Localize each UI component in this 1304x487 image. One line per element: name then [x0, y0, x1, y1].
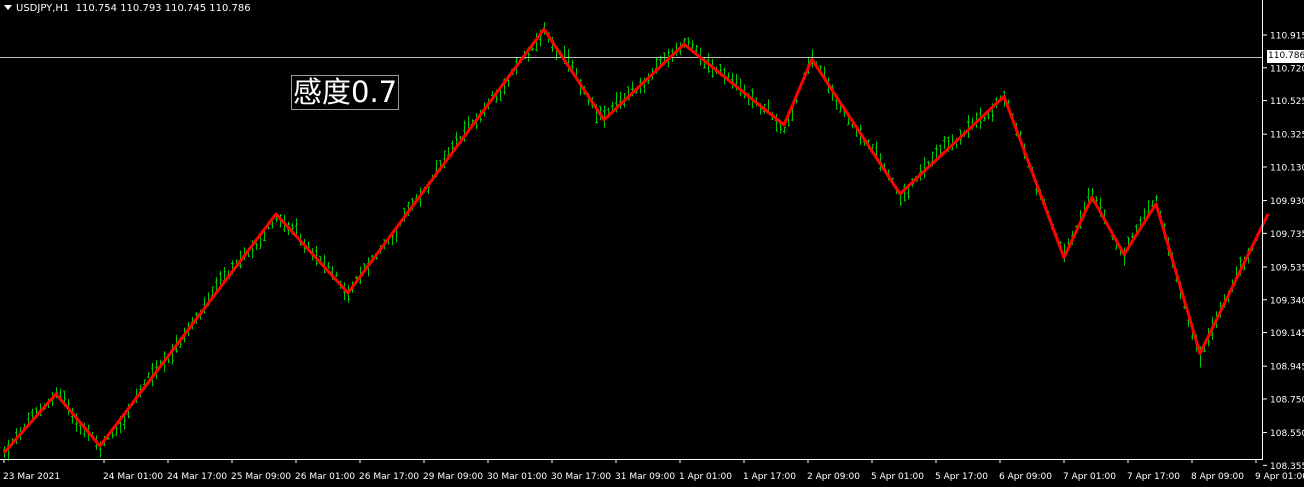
y-tick-label: 110.525: [1270, 97, 1304, 107]
x-tick-label: 30 Mar 17:00: [551, 472, 611, 482]
y-tick-label: 110.130: [1270, 163, 1304, 173]
x-tick-label: 23 Mar 2021: [3, 472, 60, 482]
ohlc-bar: [695, 45, 698, 53]
ohlc-bar: [967, 114, 970, 138]
x-tick-label: 5 Apr 01:00: [871, 472, 924, 482]
ohlc-values: 110.754 110.793 110.745 110.786: [75, 3, 251, 14]
x-tick-label: 25 Mar 09:00: [231, 472, 291, 482]
x-tick-label: 5 Apr 17:00: [935, 472, 988, 482]
x-tick-label: 7 Apr 01:00: [1063, 472, 1116, 482]
symbol-name: USDJPY,H1: [16, 3, 70, 14]
x-tick-label: 24 Mar 17:00: [167, 472, 227, 482]
ohlc-bar: [1155, 194, 1158, 202]
x-tick-label: 26 Mar 17:00: [359, 472, 419, 482]
x-tick-label: 7 Apr 17:00: [1127, 472, 1180, 482]
x-tick-label: 29 Mar 09:00: [423, 472, 483, 482]
x-tick-label: 30 Mar 01:00: [487, 472, 547, 482]
y-tick-label: 108.550: [1270, 429, 1304, 439]
y-tick-label: 108.355: [1270, 462, 1304, 472]
y-tick-label: 108.945: [1270, 363, 1304, 373]
x-tick-label: 6 Apr 09:00: [999, 472, 1052, 482]
y-tick-label: 109.735: [1270, 230, 1304, 240]
y-tick-label: 109.535: [1270, 263, 1304, 273]
x-tick-label: 31 Mar 09:00: [615, 472, 675, 482]
ohlc-bar: [327, 262, 330, 269]
symbol-header: USDJPY,H1 110.754 110.793 110.745 110.78…: [4, 3, 251, 14]
ohlc-bar: [943, 135, 946, 149]
y-tick-label: 110.720: [1270, 64, 1304, 74]
ohlc-bar: [783, 126, 786, 134]
ohlc-bar: [923, 157, 926, 179]
dropdown-triangle-icon[interactable]: [4, 5, 12, 10]
price-axis: 110.915 110.720 110.525 110.325 110.130 109.9…: [1263, 32, 1304, 472]
y-tick-label: 110.915: [1270, 32, 1304, 42]
price-chart[interactable]: 110.915 110.720 110.525 110.325 110.130 109.9…: [0, 0, 1304, 487]
x-tick-label: 8 Apr 09:00: [1191, 472, 1244, 482]
y-tick-label: 109.340: [1270, 296, 1304, 306]
sensitivity-label[interactable]: 感度0.7: [291, 75, 400, 110]
y-tick-label: 109.145: [1270, 329, 1304, 339]
current-price-tag: 110.786: [1267, 50, 1304, 63]
time-axis: 23 Mar 2021 24 Mar 01:00 24 Mar 17:00 25 Ma…: [3, 459, 1304, 482]
y-tick-label: 110.325: [1270, 131, 1304, 141]
price-bars: [3, 22, 1258, 461]
ohlc-bar: [147, 372, 150, 379]
x-tick-label: 26 Mar 01:00: [295, 472, 355, 482]
x-tick-label: 24 Mar 01:00: [103, 472, 163, 482]
ohlc-bar: [219, 270, 222, 286]
ohlc-bar: [335, 271, 338, 277]
x-tick-label: 1 Apr 17:00: [743, 472, 796, 482]
y-tick-label: 108.750: [1270, 395, 1304, 405]
x-tick-label: 1 Apr 01:00: [679, 472, 732, 482]
y-tick-label: 109.930: [1270, 197, 1304, 207]
x-tick-label: 9 Apr 01:00: [1255, 472, 1304, 482]
ohlc-bar: [255, 242, 258, 250]
x-tick-label: 2 Apr 09:00: [807, 472, 860, 482]
